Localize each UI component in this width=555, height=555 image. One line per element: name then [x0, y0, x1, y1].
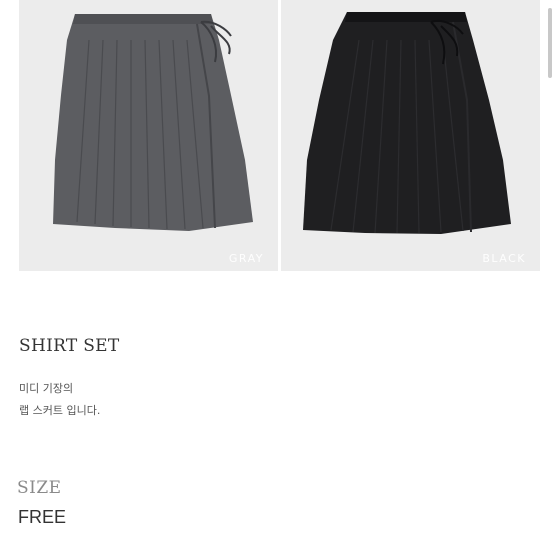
product-title: SHIRT SET [19, 336, 120, 356]
scrollbar-thumb[interactable] [548, 8, 552, 78]
product-photo-gray[interactable]: GRAY [19, 0, 278, 271]
product-description-line: 랩 스커트 입니다. [19, 404, 101, 417]
skirt-gray-image [53, 14, 253, 231]
product-description-line: 미디 기장의 [19, 382, 74, 395]
color-label-gray: GRAY [228, 252, 264, 265]
size-heading: SIZE [17, 478, 62, 498]
product-photo-black[interactable]: BLACK [281, 0, 540, 271]
color-label-black: BLACK [482, 252, 526, 265]
size-value: FREE [18, 507, 67, 527]
skirt-black-image [303, 12, 511, 234]
